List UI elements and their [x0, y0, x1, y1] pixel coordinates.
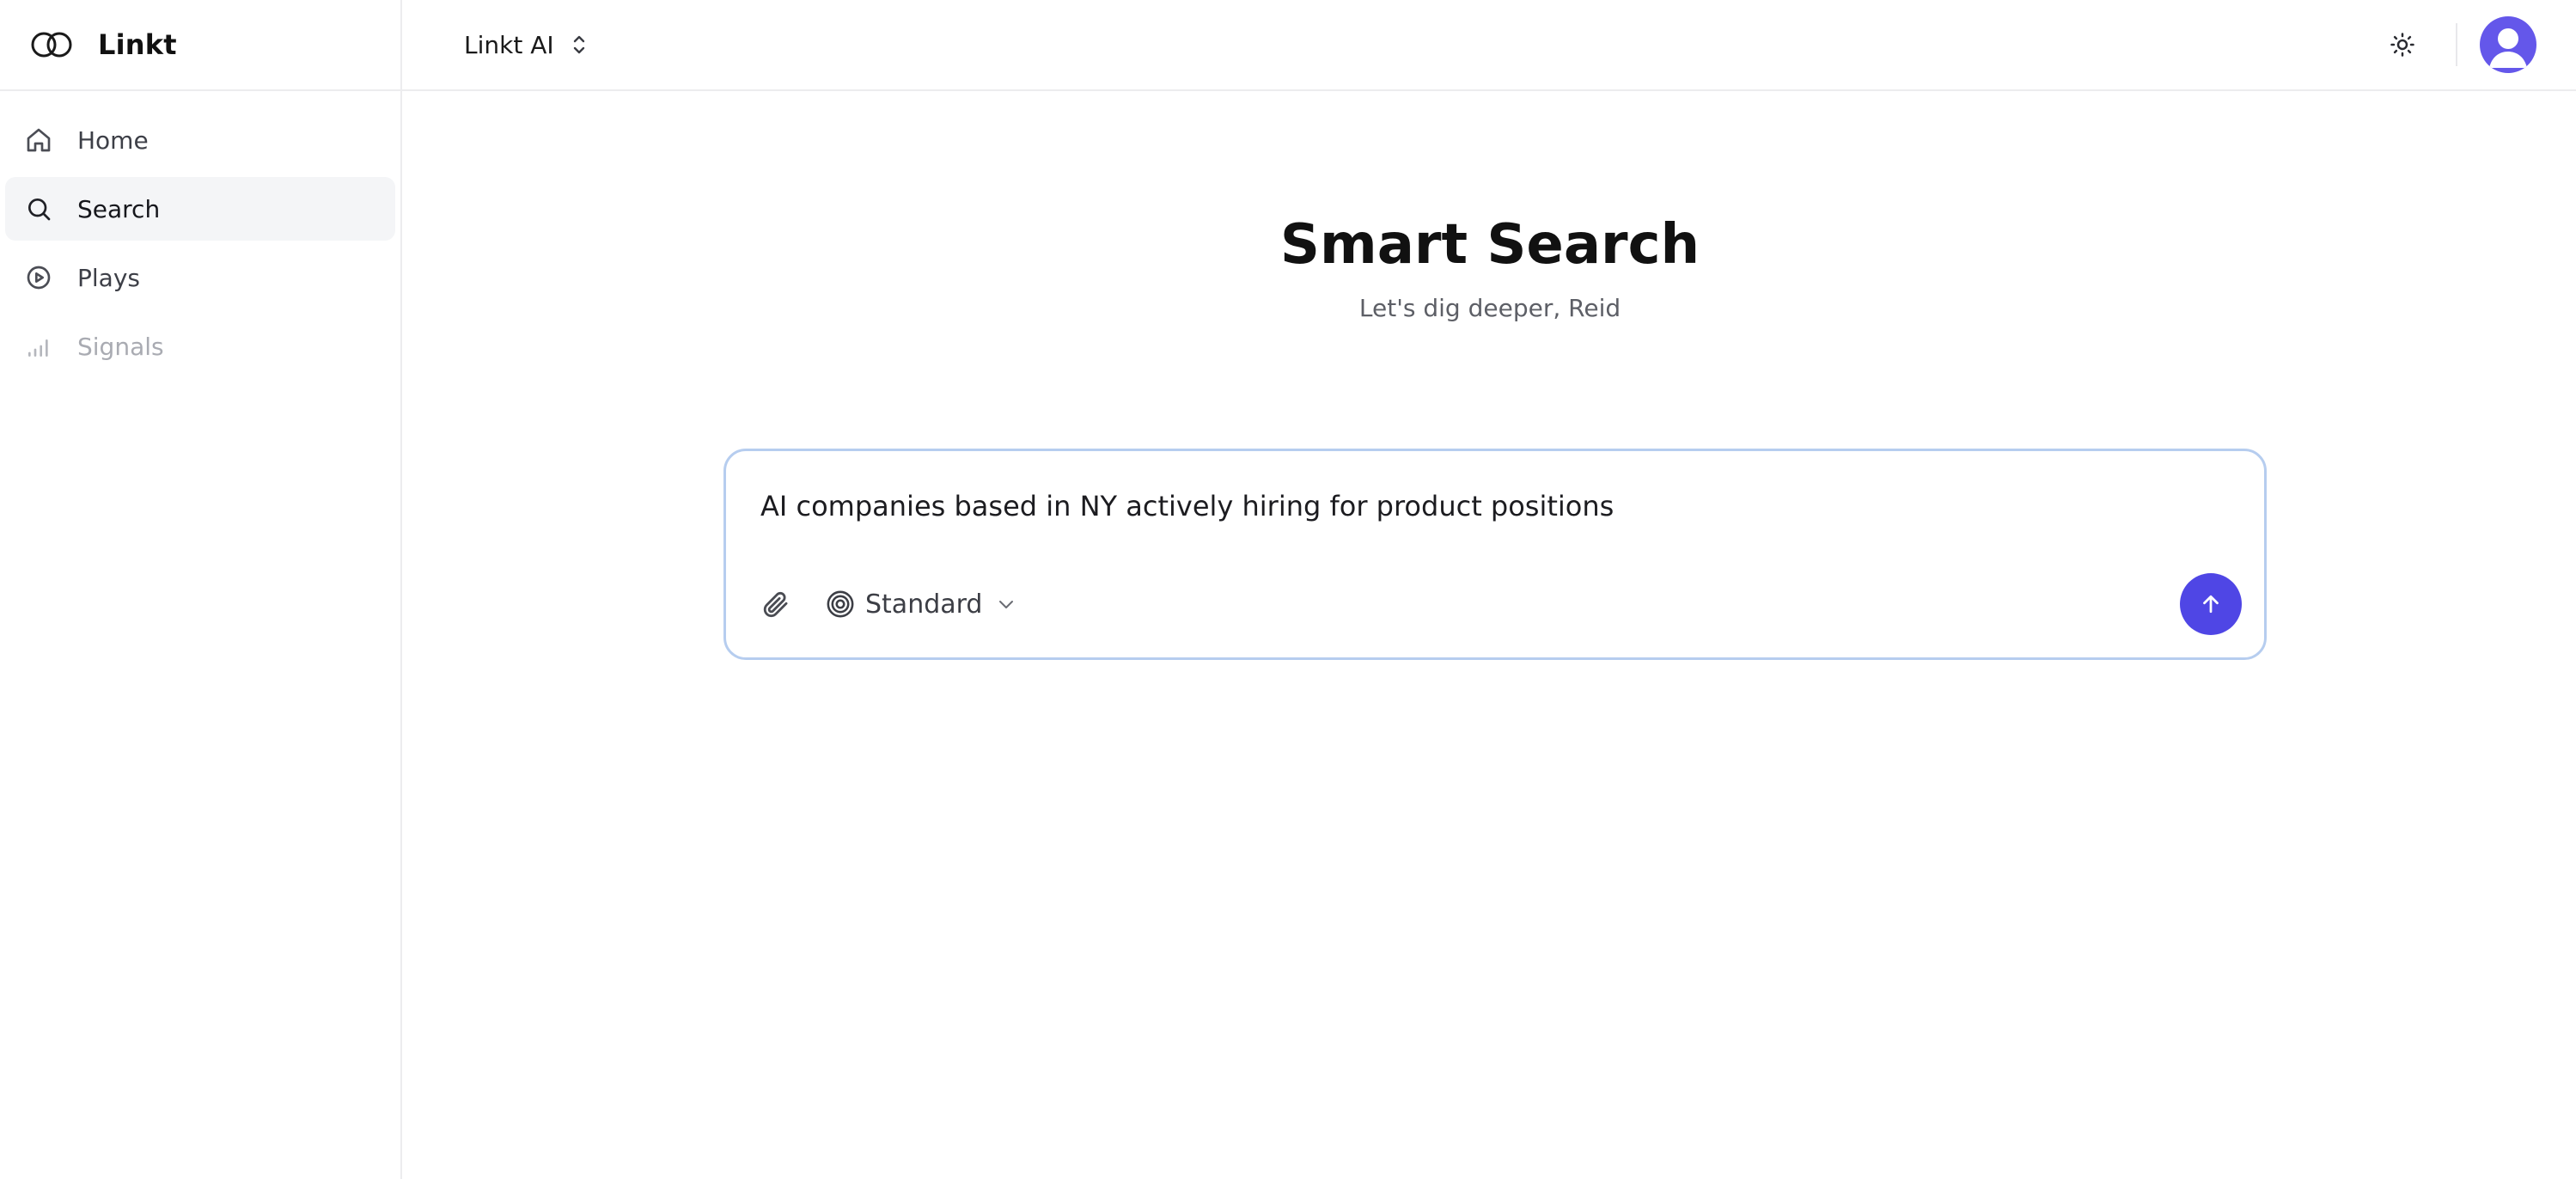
send-button[interactable] [2180, 573, 2242, 635]
divider [2456, 23, 2457, 66]
home-icon [24, 125, 53, 155]
sidebar-item-label: Home [77, 125, 149, 155]
chevron-down-icon [999, 601, 1014, 608]
user-avatar-icon [2489, 28, 2527, 68]
sidebar-nav: Home Search Plays Signals [0, 91, 400, 378]
signal-bars-icon [24, 332, 53, 361]
top-bar: Linkt AI [402, 0, 2576, 91]
composer-toolbar: Standard [759, 573, 2242, 635]
search-composer: AI companies based in NY actively hiring… [723, 449, 2267, 660]
search-mode-label: Standard [865, 589, 983, 620]
page-title: Smart Search [1279, 213, 1700, 277]
paperclip-icon [763, 591, 788, 618]
chevron-up-down-icon [573, 35, 584, 54]
brand[interactable]: Linkt [0, 0, 400, 91]
sidebar-item-search[interactable]: Search [5, 177, 395, 241]
top-right-controls [2384, 0, 2536, 89]
play-circle-icon [24, 263, 53, 292]
workspace-name: Linkt AI [464, 30, 554, 59]
search-mode-select[interactable]: Standard [826, 590, 1016, 620]
main-content: Smart Search Let's dig deeper, Reid AI c… [404, 91, 2576, 1179]
attach-button[interactable] [759, 587, 793, 621]
arrow-up-icon [2203, 595, 2219, 614]
target-icon [827, 590, 854, 618]
workspace-switcher[interactable]: Linkt AI [464, 31, 589, 59]
sidebar-item-plays[interactable]: Plays [5, 246, 395, 309]
page-subtitle: Let's dig deeper, Reid [1358, 294, 1621, 322]
theme-toggle-button[interactable] [2384, 26, 2421, 64]
linkt-logo-icon [29, 31, 74, 58]
sidebar-item-label: Search [77, 194, 161, 223]
sidebar-item-home[interactable]: Home [5, 108, 395, 172]
sidebar: Linkt Home Search Plays Signals [0, 0, 402, 1179]
app-name: Linkt [98, 28, 177, 61]
sun-icon [2390, 33, 2414, 57]
user-avatar[interactable] [2480, 16, 2536, 73]
sidebar-item-label: Plays [77, 263, 140, 292]
sidebar-item-label: Signals [77, 332, 164, 361]
search-input[interactable]: AI companies based in NY actively hiring… [760, 487, 2230, 525]
search-icon [24, 194, 53, 223]
sidebar-item-signals[interactable]: Signals [5, 315, 395, 378]
